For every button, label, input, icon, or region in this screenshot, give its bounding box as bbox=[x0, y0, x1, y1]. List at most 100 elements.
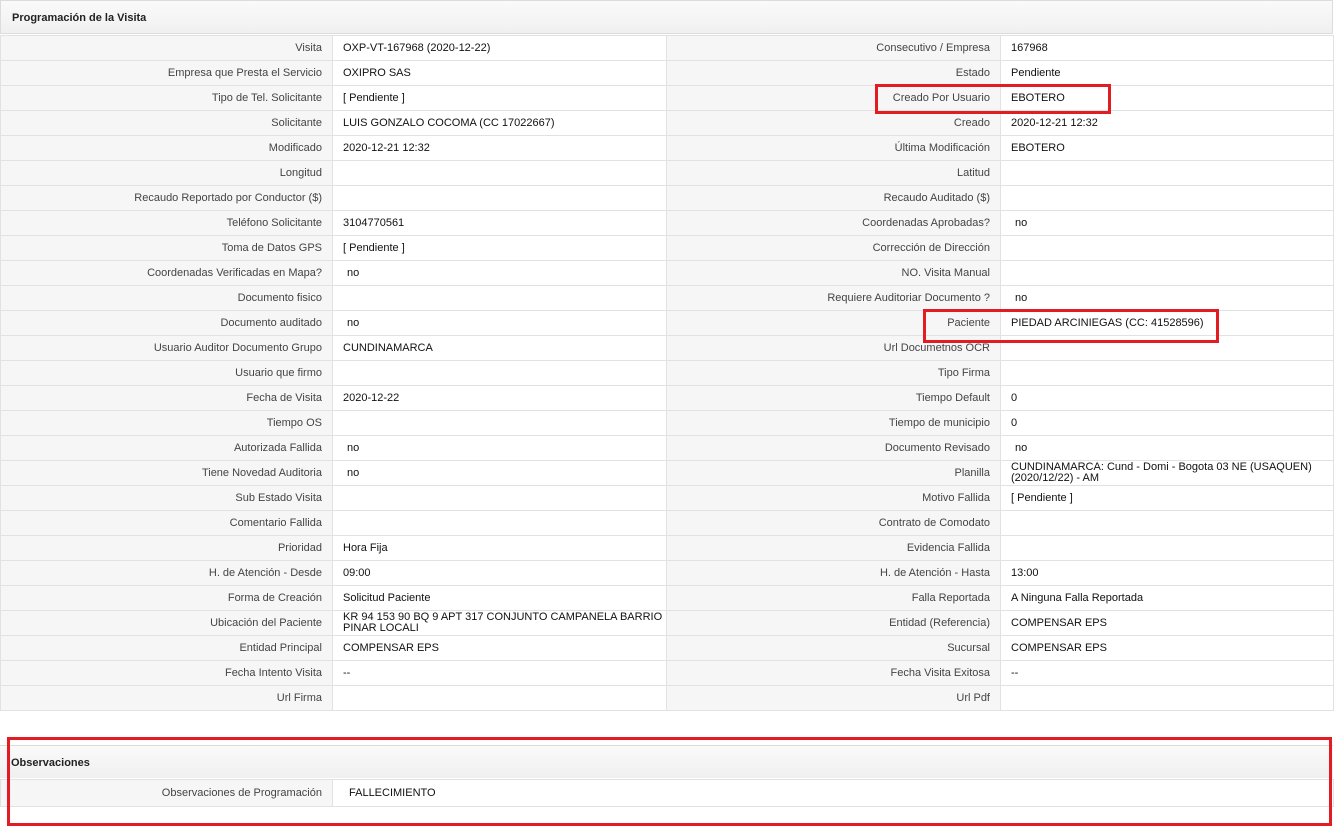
right-label: Última Modificación bbox=[666, 135, 1001, 161]
left-label: Visita bbox=[0, 35, 333, 61]
left-value bbox=[332, 285, 667, 311]
table-row: Tiempo OS Tiempo de municipio 0 bbox=[0, 410, 1334, 436]
right-label: Contrato de Comodato bbox=[666, 510, 1001, 536]
table-row: Recaudo Reportado por Conductor ($) Recau… bbox=[0, 185, 1334, 211]
right-value bbox=[1000, 685, 1334, 711]
left-label: Tiene Novedad Auditoria bbox=[0, 460, 333, 486]
table-row: Teléfono Solicitante 3104770561 Coordenada… bbox=[0, 210, 1334, 236]
right-label: Latitud bbox=[666, 160, 1001, 186]
table-row: Ubicación del Paciente KR 94 153 90 BQ 9 … bbox=[0, 610, 1334, 636]
left-value: KR 94 153 90 BQ 9 APT 317 CONJUNTO CAMPA… bbox=[332, 610, 667, 636]
left-value: 09:00 bbox=[332, 560, 667, 586]
left-label: Fecha de Visita bbox=[0, 385, 333, 411]
left-value: no bbox=[332, 435, 667, 461]
right-value bbox=[1000, 235, 1334, 261]
table-row: Empresa que Presta el Servicio OXIPRO SAS… bbox=[0, 60, 1334, 86]
left-label: Prioridad bbox=[0, 535, 333, 561]
left-label: Longitud bbox=[0, 160, 333, 186]
left-label: Url Firma bbox=[0, 685, 333, 711]
right-value: EBOTERO bbox=[1000, 85, 1334, 111]
left-value: COMPENSAR EPS bbox=[332, 635, 667, 661]
left-label: Autorizada Fallida bbox=[0, 435, 333, 461]
right-value: no bbox=[1000, 210, 1334, 236]
right-label: Url Documetnos OCR bbox=[666, 335, 1001, 361]
right-value bbox=[1000, 185, 1334, 211]
right-value: 2020-12-21 12:32 bbox=[1000, 110, 1334, 136]
left-label: H. de Atención - Desde bbox=[0, 560, 333, 586]
right-value bbox=[1000, 160, 1334, 186]
right-label: Creado Por Usuario bbox=[666, 85, 1001, 111]
left-label: Coordenadas Verificadas en Mapa? bbox=[0, 260, 333, 286]
right-label: Motivo Fallida bbox=[666, 485, 1001, 511]
table-row: H. de Atención - Desde 09:00 H. de Atenció… bbox=[0, 560, 1334, 586]
table-row: Prioridad Hora Fija Evidencia Fallida bbox=[0, 535, 1334, 561]
table-row: Forma de Creación Solicitud Paciente Falla… bbox=[0, 585, 1334, 611]
right-value: no bbox=[1000, 435, 1334, 461]
left-value: [ Pendiente ] bbox=[332, 85, 667, 111]
table-row: Documento auditado no Paciente PIEDAD ARCIN… bbox=[0, 310, 1334, 336]
table-row: Documento fisico Requiere Auditoriar Docu… bbox=[0, 285, 1334, 311]
table-row: Autorizada Fallida no Documento Revisado no bbox=[0, 435, 1334, 461]
right-value: no bbox=[1000, 285, 1334, 311]
visit-section-header: Programación de la Visita bbox=[0, 0, 1333, 34]
left-value bbox=[332, 185, 667, 211]
left-label: Usuario que firmo bbox=[0, 360, 333, 386]
table-row: Tipo de Tel. Solicitante[ Pendiente ] Cre… bbox=[0, 85, 1334, 111]
right-label: Coordenadas Aprobadas? bbox=[666, 210, 1001, 236]
right-label: Creado bbox=[666, 110, 1001, 136]
right-value: A Ninguna Falla Reportada bbox=[1000, 585, 1334, 611]
left-label: Documento auditado bbox=[0, 310, 333, 336]
observaciones-title: Observaciones bbox=[11, 757, 90, 769]
right-value: [ Pendiente ] bbox=[1000, 485, 1334, 511]
right-value bbox=[1000, 260, 1334, 286]
table-row: Fecha de Visita 2020-12-22 Tiempo Default 0 bbox=[0, 385, 1334, 411]
left-value bbox=[332, 485, 667, 511]
left-value: no bbox=[332, 460, 667, 486]
right-value bbox=[1000, 360, 1334, 386]
right-label: Tiempo Default bbox=[666, 385, 1001, 411]
right-value: CUNDINAMARCA: Cund - Domi - Bogota 03 NE… bbox=[1000, 460, 1334, 486]
left-value bbox=[332, 360, 667, 386]
right-label: Consecutivo / Empresa bbox=[666, 35, 1001, 61]
left-label: Forma de Creación bbox=[0, 585, 333, 611]
table-row: Entidad Principal COMPENSAR EPS Sucursal CO… bbox=[0, 635, 1334, 661]
left-label: Tiempo OS bbox=[0, 410, 333, 436]
table-row: Url Firma Url Pdf bbox=[0, 685, 1334, 711]
left-value: Hora Fija bbox=[332, 535, 667, 561]
right-value: PIEDAD ARCINIEGAS (CC: 41528596) bbox=[1000, 310, 1334, 336]
visit-details-table: Visita OXP-VT-167968 (2020-12-22) Consecut… bbox=[0, 35, 1334, 711]
left-value: 2020-12-22 bbox=[332, 385, 667, 411]
right-label: Tiempo de municipio bbox=[666, 410, 1001, 436]
table-row: Observaciones de Programación FALLECIMIE… bbox=[0, 779, 1334, 807]
left-label: Modificado bbox=[0, 135, 333, 161]
right-label: Corrección de Dirección bbox=[666, 235, 1001, 261]
right-label: Planilla bbox=[666, 460, 1001, 486]
right-value: 0 bbox=[1000, 410, 1334, 436]
right-value: EBOTERO bbox=[1000, 135, 1334, 161]
left-label: Fecha Intento Visita bbox=[0, 660, 333, 686]
left-value: Solicitud Paciente bbox=[332, 585, 667, 611]
right-value bbox=[1000, 535, 1334, 561]
right-value: 0 bbox=[1000, 385, 1334, 411]
left-value: CUNDINAMARCA bbox=[332, 335, 667, 361]
right-label: Paciente bbox=[666, 310, 1001, 336]
table-row: Modificado 2020-12-21 12:32 Última Modific… bbox=[0, 135, 1334, 161]
right-label: Tipo Firma bbox=[666, 360, 1001, 386]
table-row: Tiene Novedad Auditoria no Planilla CUNDINA… bbox=[0, 460, 1334, 486]
right-value bbox=[1000, 335, 1334, 361]
right-label: NO. Visita Manual bbox=[666, 260, 1001, 286]
left-value bbox=[332, 160, 667, 186]
observaciones-label: Observaciones de Programación bbox=[0, 779, 333, 807]
left-label: Entidad Principal bbox=[0, 635, 333, 661]
left-value: no bbox=[332, 260, 667, 286]
left-value bbox=[332, 510, 667, 536]
table-row: Solicitante LUIS GONZALO COCOMA (CC 17022… bbox=[0, 110, 1334, 136]
left-value: OXP-VT-167968 (2020-12-22) bbox=[332, 35, 667, 61]
left-value: OXIPRO SAS bbox=[332, 60, 667, 86]
table-row: Toma de Datos GPS[ Pendiente ] Corrección… bbox=[0, 235, 1334, 261]
observaciones-section-header: Observaciones bbox=[0, 745, 1333, 778]
left-label: Tipo de Tel. Solicitante bbox=[0, 85, 333, 111]
right-label: Sucursal bbox=[666, 635, 1001, 661]
left-label: Usuario Auditor Documento Grupo bbox=[0, 335, 333, 361]
left-label: Empresa que Presta el Servicio bbox=[0, 60, 333, 86]
